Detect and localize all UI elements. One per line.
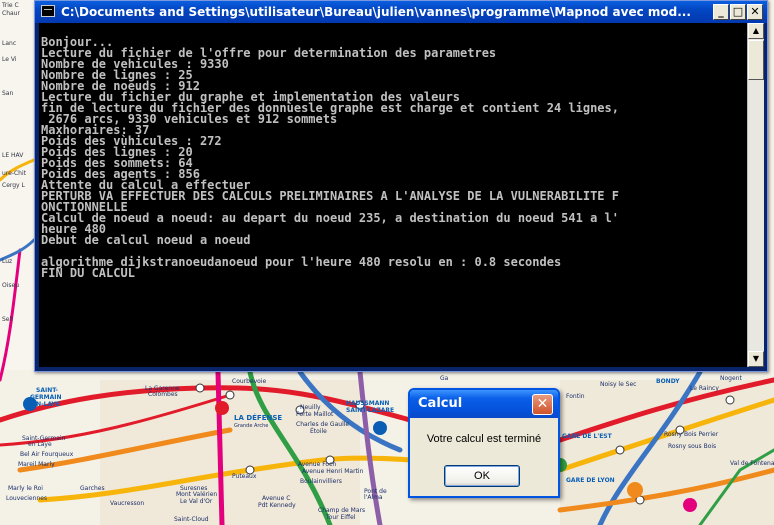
svg-text:Nogent: Nogent bbox=[720, 375, 742, 382]
strip-label: Chaur bbox=[2, 10, 20, 17]
svg-text:Mareil Marly: Mareil Marly bbox=[18, 461, 55, 468]
svg-text:GARE DE LYON: GARE DE LYON bbox=[566, 477, 615, 484]
console-output-area[interactable]: Bonjour... Lecture du fichier de l'offre… bbox=[39, 23, 747, 367]
calcul-dialog[interactable]: Calcul ✕ Votre calcul est terminé OK bbox=[408, 388, 560, 498]
svg-text:Marly le Roi: Marly le Roi bbox=[8, 485, 43, 492]
scroll-down-icon[interactable]: ▼ bbox=[748, 351, 764, 367]
console-line: Calcul de noeud a noeud: au depart du no… bbox=[41, 211, 619, 225]
svg-text:Vaucresson: Vaucresson bbox=[110, 500, 144, 507]
svg-text:Saint-Cloud: Saint-Cloud bbox=[174, 516, 209, 523]
strip-label: Oiseu bbox=[2, 282, 20, 289]
svg-text:Mont Valérien: Mont Valérien bbox=[176, 491, 217, 498]
ok-button[interactable]: OK bbox=[444, 465, 520, 487]
strip-label: Sell bbox=[2, 316, 13, 323]
console-titlebar[interactable]: C:\Documents and Settings\utilisateur\Bu… bbox=[35, 1, 767, 23]
scrollbar-thumb[interactable] bbox=[748, 40, 764, 80]
console-app-icon[interactable] bbox=[41, 5, 55, 17]
dialog-close-button[interactable]: ✕ bbox=[532, 394, 553, 415]
minimize-button[interactable]: _ bbox=[713, 4, 729, 20]
strip-label: Le Vi bbox=[2, 56, 17, 63]
console-line: Debut de calcul noeud a noeud bbox=[41, 233, 251, 247]
svg-text:Fontin: Fontin bbox=[566, 393, 585, 400]
svg-text:Rosny Bois Perrier: Rosny Bois Perrier bbox=[664, 431, 719, 438]
console-output-text: Bonjour... Lecture du fichier de l'offre… bbox=[39, 23, 747, 279]
svg-text:Puteaux: Puteaux bbox=[232, 473, 257, 480]
svg-text:Charles de Gaulle: Charles de Gaulle bbox=[296, 421, 349, 428]
svg-text:HAUSSMANN: HAUSSMANN bbox=[346, 400, 389, 407]
svg-text:LA DÉFENSE: LA DÉFENSE bbox=[234, 413, 282, 422]
close-button[interactable]: ✕ bbox=[747, 4, 763, 20]
svg-text:Noisy le Sec: Noisy le Sec bbox=[600, 381, 636, 388]
scroll-up-icon[interactable]: ▲ bbox=[748, 23, 764, 39]
svg-text:Boulainvilliers: Boulainvilliers bbox=[300, 478, 342, 485]
svg-text:GARE DE L'EST: GARE DE L'EST bbox=[562, 433, 613, 440]
svg-text:Avenue Foch: Avenue Foch bbox=[298, 461, 336, 468]
svg-text:Louveciennes: Louveciennes bbox=[6, 495, 47, 502]
svg-text:SAINT-: SAINT- bbox=[36, 387, 58, 394]
svg-text:Pdt Kennedy: Pdt Kennedy bbox=[258, 502, 296, 509]
dialog-title: Calcul bbox=[418, 396, 463, 411]
svg-text:EN-LAYE: EN-LAYE bbox=[32, 401, 60, 408]
svg-text:Tour Eiffel: Tour Eiffel bbox=[325, 514, 356, 521]
strip-label: Trie C bbox=[2, 2, 19, 9]
console-window[interactable]: C:\Documents and Settings\utilisateur\Bu… bbox=[34, 0, 768, 372]
svg-text:Neuilly: Neuilly bbox=[300, 404, 321, 411]
svg-text:Garches: Garches bbox=[80, 485, 105, 492]
svg-text:BONDY: BONDY bbox=[656, 378, 680, 385]
strip-label: Cergy L bbox=[2, 182, 25, 189]
svg-text:Ga: Ga bbox=[440, 375, 449, 382]
svg-text:Avenue C: Avenue C bbox=[262, 495, 290, 502]
svg-text:Le Val d'Or: Le Val d'Or bbox=[180, 498, 213, 505]
svg-text:l'Alma: l'Alma bbox=[364, 494, 383, 501]
strip-label: San bbox=[2, 90, 14, 97]
svg-text:Avenue Henri Martin: Avenue Henri Martin bbox=[302, 468, 364, 475]
strip-label: Luz bbox=[2, 258, 13, 265]
dialog-titlebar[interactable]: Calcul ✕ bbox=[410, 390, 558, 418]
maximize-button[interactable]: □ bbox=[730, 4, 746, 20]
dialog-message: Votre calcul est terminé bbox=[426, 433, 542, 445]
strip-label: ure-Chit bbox=[2, 170, 27, 177]
svg-text:Courbevoie: Courbevoie bbox=[232, 378, 267, 385]
svg-text:Porte Maillot: Porte Maillot bbox=[296, 411, 334, 418]
strip-label: Lanc bbox=[2, 40, 17, 47]
svg-text:Grande Arche: Grande Arche bbox=[234, 423, 268, 429]
svg-text:Le Raincy: Le Raincy bbox=[690, 385, 719, 392]
svg-text:GERMAIN: GERMAIN bbox=[30, 394, 62, 401]
svg-text:Rosny sous Bois: Rosny sous Bois bbox=[668, 443, 716, 450]
console-line: FIN DU CALCUL bbox=[41, 266, 135, 280]
svg-text:Val de Fontenay: Val de Fontenay bbox=[730, 460, 774, 467]
strip-label: LE HAV bbox=[2, 152, 24, 159]
console-scrollbar[interactable]: ▲ ▼ bbox=[747, 23, 764, 367]
svg-text:Champ de Mars: Champ de Mars bbox=[318, 507, 365, 514]
svg-text:SAINT-LAZARE: SAINT-LAZARE bbox=[346, 407, 394, 414]
console-window-title: C:\Documents and Settings\utilisateur\Bu… bbox=[61, 5, 691, 19]
svg-text:Bel Air Fourqueux: Bel Air Fourqueux bbox=[20, 451, 74, 458]
svg-text:Colombes: Colombes bbox=[148, 391, 178, 398]
svg-text:Étoile: Étoile bbox=[310, 427, 327, 435]
svg-text:en Laye: en Laye bbox=[28, 441, 52, 448]
